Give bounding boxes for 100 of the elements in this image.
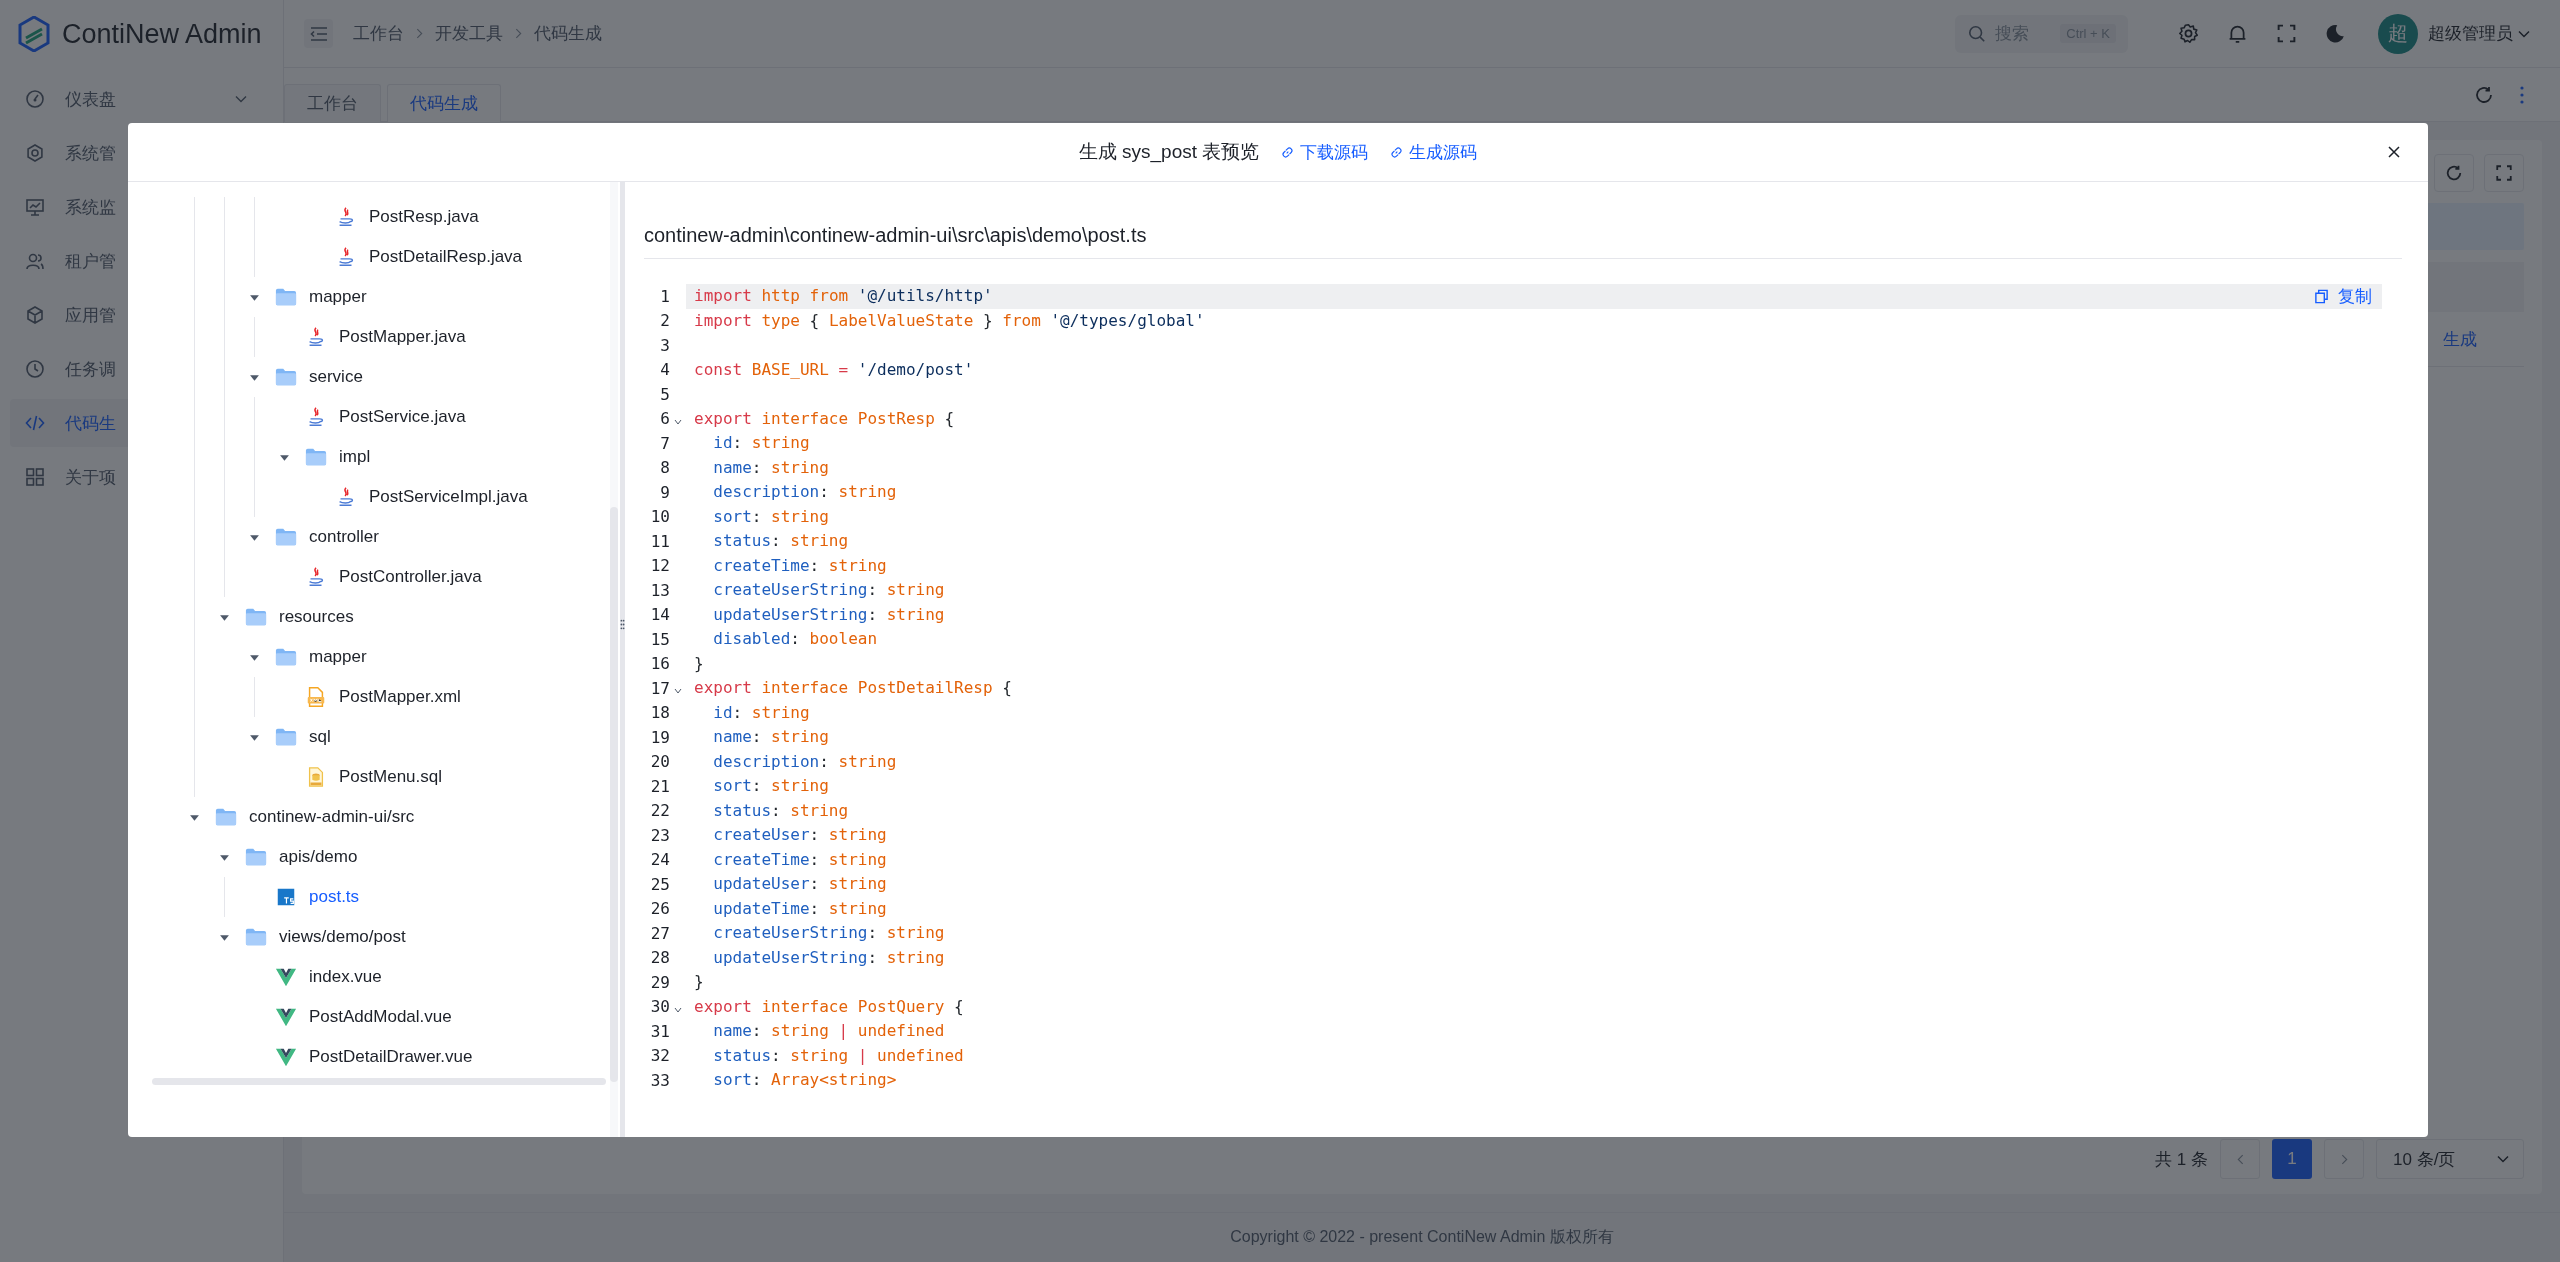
code-line: createUserString: string — [712, 922, 946, 944]
line-number: 29 — [649, 972, 670, 992]
code-line: updateUserString: string — [712, 603, 946, 626]
fullscreen-icon[interactable] — [2276, 23, 2297, 44]
page-size-select[interactable]: 10 条/页 — [2376, 1139, 2524, 1179]
refresh-icon — [2445, 164, 2463, 182]
code-line: updateTime: string — [712, 897, 888, 920]
file-node[interactable]: PostController.java — [128, 557, 620, 597]
file-node[interactable]: PostAddModal.vue — [128, 997, 620, 1037]
code-line: } — [693, 652, 705, 675]
file-node[interactable]: PostDetailDrawer.vue — [128, 1037, 620, 1077]
line-number: 15 — [649, 629, 670, 649]
folder-node[interactable]: sql — [128, 717, 620, 757]
link[interactable]: 生成源码 — [1390, 140, 1478, 164]
code-icon — [25, 413, 45, 433]
folder-icon — [245, 926, 267, 948]
document-icon — [305, 686, 327, 708]
vertical-scrollbar[interactable] — [610, 182, 618, 1137]
code-line: const BASE_URL = '/demo/post' — [693, 358, 975, 381]
folder-node[interactable]: resources — [128, 597, 620, 637]
code-line: export interface PostQuery { — [693, 995, 965, 1018]
folder-node[interactable]: views/demo/post — [128, 917, 620, 957]
settings-icon[interactable] — [2178, 23, 2199, 44]
hexagon-logo-icon — [18, 16, 50, 52]
resize-handle[interactable] — [620, 182, 625, 1137]
search-icon — [1968, 24, 1986, 43]
code-line: description: string — [712, 750, 898, 773]
code-line: createTime: string — [712, 554, 888, 577]
fullscreen-button[interactable] — [2484, 154, 2524, 192]
gauge-icon — [25, 89, 45, 109]
refresh-icon[interactable] — [2474, 84, 2494, 105]
cube-icon — [25, 305, 45, 325]
line-number: 12 — [649, 556, 670, 576]
folder-node[interactable]: controller — [128, 517, 620, 557]
chevron-right-icon — [416, 28, 423, 39]
monitor-icon — [25, 197, 45, 217]
folder-icon — [275, 366, 297, 388]
file-path: continew-admin\continew-admin-ui\src\apis\demo\post.ts — [644, 220, 2402, 259]
line-number: 26 — [649, 899, 670, 919]
line-number: 18 — [649, 703, 670, 723]
chevron-right-icon — [515, 28, 522, 39]
folder-icon — [305, 446, 327, 468]
line-number: 31 — [649, 1021, 670, 1041]
code-line: createUserString: string — [712, 579, 946, 601]
close-icon[interactable] — [2388, 146, 2400, 158]
moon-icon[interactable] — [2325, 23, 2346, 44]
folder-node[interactable]: apis/demo — [128, 837, 620, 877]
folder-node[interactable]: mapper — [128, 637, 620, 677]
line-number: 2 — [659, 311, 670, 331]
copy-button[interactable]: 复制 — [2314, 284, 2372, 308]
clock-icon — [25, 359, 45, 379]
copyright-text: Copyright © 2022 - present ContiNew Admin 版权所有 — [1230, 1227, 1614, 1247]
link[interactable]: 下载源码 — [1281, 140, 1369, 164]
line-number: 23 — [649, 825, 670, 845]
copy-icon — [2314, 288, 2329, 304]
code-line: createTime: string — [712, 848, 888, 871]
folder-icon — [275, 286, 297, 308]
collapse-menu-button[interactable] — [304, 19, 333, 48]
code-line: name: string | undefined — [712, 1020, 946, 1042]
fold-chevron-icon[interactable] — [674, 418, 682, 425]
folder-node[interactable]: continew-admin-ui/src — [128, 797, 620, 837]
code-line: updateUser: string — [712, 873, 888, 895]
line-number: 9 — [659, 482, 670, 502]
fold-chevron-icon[interactable] — [674, 1006, 682, 1013]
code-line: import type { LabelValueState } from '@/types/global' — [693, 309, 1206, 332]
line-number: 14 — [649, 605, 670, 625]
line-number: 13 — [649, 580, 670, 600]
line-number: 19 — [649, 727, 670, 747]
code-line: name: string — [712, 726, 830, 748]
file-node[interactable]: index.vue — [128, 957, 620, 997]
user-name[interactable]: 超级管理员 — [2428, 22, 2513, 45]
code-line: sort: Array<string> — [712, 1069, 898, 1091]
line-number: 17 — [649, 678, 670, 698]
line-number: 10 — [649, 507, 670, 527]
file-node[interactable]: PostMenu.sql — [128, 757, 620, 797]
file-node[interactable]: post.ts — [128, 877, 620, 917]
typescript-file-icon — [275, 886, 297, 908]
menu-icon — [309, 26, 328, 41]
file-node[interactable]: PostMapper.xml — [128, 677, 620, 717]
code-line: sort: string — [712, 775, 830, 797]
line-number: 28 — [649, 948, 670, 968]
chevron-down-icon — [2497, 1155, 2509, 1163]
line-number: 8 — [659, 458, 670, 478]
line-number: 5 — [659, 384, 670, 404]
file-node[interactable]: PostService.java — [128, 397, 620, 437]
refresh-button[interactable] — [2434, 154, 2474, 192]
link-icon — [1390, 145, 1404, 159]
horizontal-scrollbar[interactable] — [152, 1078, 606, 1085]
app-title: ContiNew Admin — [62, 18, 262, 50]
code-line: status: string | undefined — [712, 1044, 965, 1067]
chevron-down-icon[interactable] — [2518, 29, 2530, 38]
fold-chevron-icon[interactable] — [674, 688, 682, 695]
code-line: createUser: string — [712, 824, 888, 846]
line-number: 21 — [649, 776, 670, 796]
code-line: } — [693, 971, 705, 993]
line-number: 6 — [659, 409, 670, 429]
code-line: id: string — [712, 432, 811, 454]
bell-icon[interactable] — [2227, 23, 2248, 44]
modal-title: 生成 sys_post 表预览 — [1078, 140, 1260, 165]
more-options-icon[interactable] — [2520, 84, 2524, 105]
